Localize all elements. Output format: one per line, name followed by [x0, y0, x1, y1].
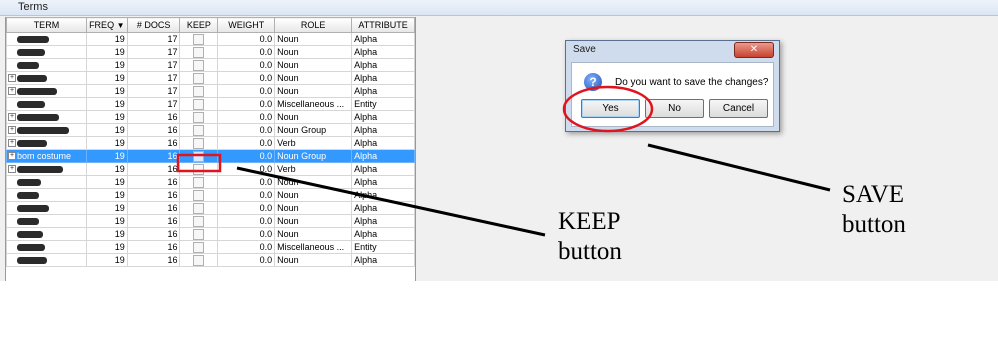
keep-highlight-box — [176, 153, 222, 173]
keep-annotation-line1: KEEP — [558, 208, 621, 235]
save-annotation: SAVE button — [842, 180, 906, 240]
save-annotation-line2: button — [842, 211, 906, 238]
keep-pointer-line — [236, 166, 546, 237]
save-pointer-line — [647, 143, 831, 192]
keep-annotation-line2: button — [558, 238, 622, 265]
keep-annotation: KEEP button — [558, 207, 622, 267]
yes-highlight-ellipse — [562, 85, 654, 133]
save-annotation-line1: SAVE — [842, 181, 905, 208]
annotation-overlay — [176, 85, 831, 237]
